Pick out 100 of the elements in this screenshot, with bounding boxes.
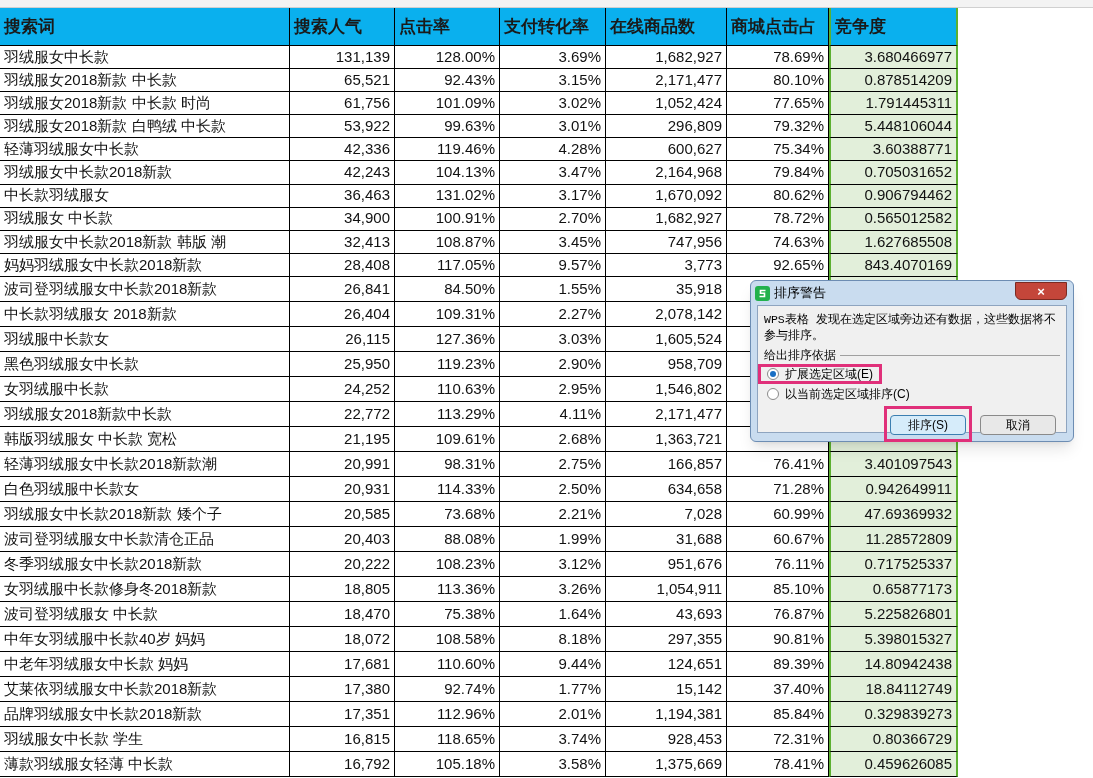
table-cell: 羽绒服女中长款2018新款 韩版 潮 (0, 230, 290, 254)
table-cell: 26,841 (290, 276, 395, 302)
table-cell: 0.717525337 (829, 551, 958, 577)
radio-label[interactable]: 扩展选定区域(E) (785, 365, 873, 383)
table-cell: 36,463 (290, 184, 395, 208)
table-cell: 53,922 (290, 115, 395, 139)
table-cell: 2.90% (500, 351, 606, 377)
table-cell: 1.77% (500, 676, 606, 702)
dialog-button[interactable]: 取消 (980, 415, 1056, 435)
table-cell: 8.18% (500, 626, 606, 652)
table-cell: 73.68% (395, 501, 500, 527)
table-cell: 2,164,968 (606, 161, 727, 185)
dialog-button[interactable]: 排序(S) (890, 415, 966, 435)
table-cell: 100.91% (395, 207, 500, 231)
table-cell: 20,991 (290, 451, 395, 477)
table-cell: 1,546,802 (606, 376, 727, 402)
table-cell: 131.02% (395, 184, 500, 208)
table-cell: 21,195 (290, 426, 395, 452)
table-cell: 166,857 (606, 451, 727, 477)
table-cell: 轻薄羽绒服女中长款2018新款潮 (0, 451, 290, 477)
table-cell: 105.18% (395, 751, 500, 777)
table-cell: 112.96% (395, 701, 500, 727)
table-cell: 1.64% (500, 601, 606, 627)
table-cell: 113.36% (395, 576, 500, 602)
table-cell: 2,171,477 (606, 69, 727, 93)
table-cell: 98.31% (395, 451, 500, 477)
table-cell: 14.80942438 (829, 651, 958, 677)
table-cell: 20,222 (290, 551, 395, 577)
table-cell: 119.23% (395, 351, 500, 377)
table-cell: 3.58% (500, 751, 606, 777)
table-cell: 3.401097543 (829, 451, 958, 477)
table-cell: 75.38% (395, 601, 500, 627)
close-button[interactable]: × (1015, 282, 1067, 300)
column-header: 搜索词 (0, 8, 290, 46)
table-cell: 24,252 (290, 376, 395, 402)
table-cell: 109.61% (395, 426, 500, 452)
table-cell: 2,171,477 (606, 401, 727, 427)
table-cell: 羽绒服中长款女 (0, 326, 290, 352)
table-cell: 118.65% (395, 726, 500, 752)
table-cell: 108.58% (395, 626, 500, 652)
table-cell: 3.15% (500, 69, 606, 93)
table-cell: 0.65877173 (829, 576, 958, 602)
radio-button[interactable] (767, 388, 779, 400)
table-cell: 3.03% (500, 326, 606, 352)
table-cell: 131,139 (290, 46, 395, 70)
table-cell: 634,658 (606, 476, 727, 502)
table-cell: 2.27% (500, 301, 606, 327)
table-cell: 3.12% (500, 551, 606, 577)
table-cell: 波司登羽绒服女中长款2018新款 (0, 276, 290, 302)
table-cell: 34,900 (290, 207, 395, 231)
table-cell: 1,682,927 (606, 207, 727, 231)
table-cell: 3.680466977 (829, 46, 958, 70)
table-cell: 16,792 (290, 751, 395, 777)
table-cell: 47.69369932 (829, 501, 958, 527)
table-cell: 1,054,911 (606, 576, 727, 602)
table-cell: 17,380 (290, 676, 395, 702)
table-cell: 1.791445311 (829, 92, 958, 116)
table-cell: 32,413 (290, 230, 395, 254)
table-cell: 女羽绒服中长款修身冬2018新款 (0, 576, 290, 602)
table-cell: 1,682,927 (606, 46, 727, 70)
table-cell: 92.43% (395, 69, 500, 93)
table-cell: 羽绒服女2018新款 中长款 (0, 69, 290, 93)
column-header: 竞争度 (829, 8, 958, 46)
table-cell: 妈妈羽绒服女中长款2018新款 (0, 253, 290, 277)
table-cell: 84.50% (395, 276, 500, 302)
table-cell: 20,585 (290, 501, 395, 527)
table-cell: 0.80366729 (829, 726, 958, 752)
table-cell: 羽绒服女2018新款 中长款 时尚 (0, 92, 290, 116)
table-cell: 42,336 (290, 138, 395, 162)
table-cell: 羽绒服女2018新款 白鸭绒 中长款 (0, 115, 290, 139)
table-cell: 108.23% (395, 551, 500, 577)
table-cell: 3.26% (500, 576, 606, 602)
table-cell: 747,956 (606, 230, 727, 254)
table-cell: 轻薄羽绒服女中长款 (0, 138, 290, 162)
table-cell: 20,403 (290, 526, 395, 552)
column-header: 支付转化率 (500, 8, 606, 46)
table-cell: 2.75% (500, 451, 606, 477)
table-cell: 中长款羽绒服女 2018新款 (0, 301, 290, 327)
radio-label[interactable]: 以当前选定区域排序(C) (785, 385, 910, 403)
table-cell: 薄款羽绒服女轻薄 中长款 (0, 751, 290, 777)
table-cell: 3,773 (606, 253, 727, 277)
table-cell: 119.46% (395, 138, 500, 162)
table-cell: 羽绒服女2018新款中长款 (0, 401, 290, 427)
radio-button[interactable] (767, 368, 779, 380)
table-cell: 2.01% (500, 701, 606, 727)
table-cell: 冬季羽绒服女中长款2018新款 (0, 551, 290, 577)
table-cell: 波司登羽绒服女 中长款 (0, 601, 290, 627)
table-cell: 92.74% (395, 676, 500, 702)
column-header: 商城点击占 (727, 8, 829, 46)
table-cell: 65,521 (290, 69, 395, 93)
table-cell: 1,670,092 (606, 184, 727, 208)
table-cell: 7,028 (606, 501, 727, 527)
table-cell: 20,931 (290, 476, 395, 502)
table-cell: 3.60388771 (829, 138, 958, 162)
column-header: 点击率 (395, 8, 500, 46)
table-cell: 17,681 (290, 651, 395, 677)
table-cell: 15,142 (606, 676, 727, 702)
table-cell: 18,805 (290, 576, 395, 602)
table-cell: 114.33% (395, 476, 500, 502)
table-cell: 羽绒服女中长款2018新款 (0, 161, 290, 185)
